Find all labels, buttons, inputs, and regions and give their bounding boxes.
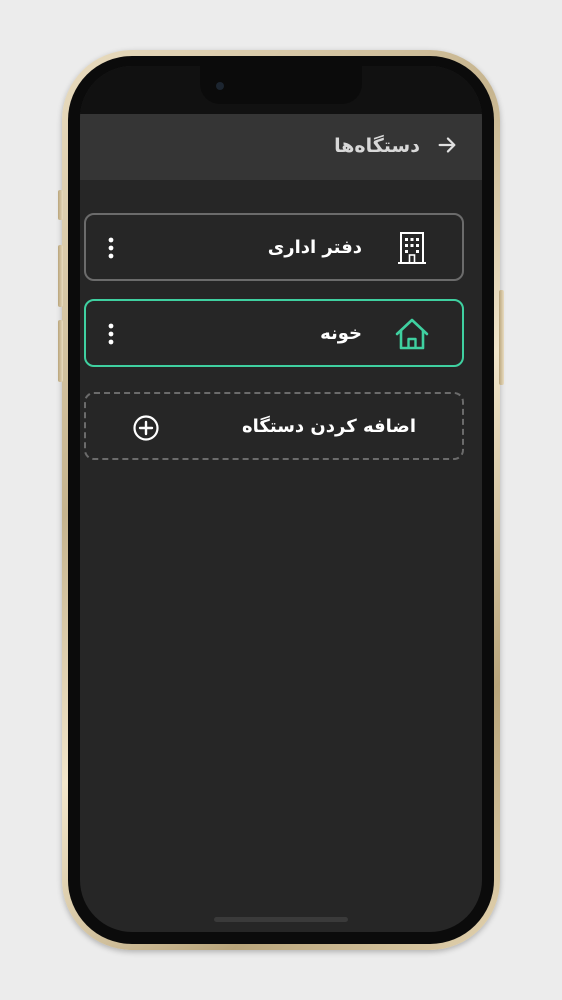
arrow-right-icon[interactable]	[436, 134, 458, 156]
side-button-right	[499, 290, 504, 385]
office-building-icon	[398, 232, 426, 264]
device-name: دفتر اداری	[267, 237, 362, 258]
home-indicator	[214, 917, 348, 922]
app-header: دستگاه‌ها	[80, 114, 482, 180]
app-screen: دستگاه‌ها دفتر اداری	[80, 66, 482, 932]
more-vertical-icon[interactable]	[106, 237, 116, 259]
notch	[200, 66, 362, 104]
side-button-left-3	[58, 320, 63, 382]
camera-icon	[216, 82, 224, 90]
add-device-label: اضافه کردن دستگاه	[242, 416, 416, 437]
side-button-left-2	[58, 245, 63, 307]
device-card-home[interactable]: خونه	[84, 299, 464, 367]
plus-circle-icon	[133, 415, 159, 441]
more-vertical-icon[interactable]	[106, 323, 116, 345]
page-title: دستگاه‌ها	[334, 135, 420, 157]
add-device-button[interactable]: اضافه کردن دستگاه	[84, 392, 464, 460]
device-name: خونه	[320, 323, 362, 344]
device-card-office[interactable]: دفتر اداری	[84, 213, 464, 281]
side-button-left-1	[58, 190, 63, 220]
canvas: دستگاه‌ها دفتر اداری	[0, 0, 562, 1000]
home-icon	[395, 318, 429, 350]
